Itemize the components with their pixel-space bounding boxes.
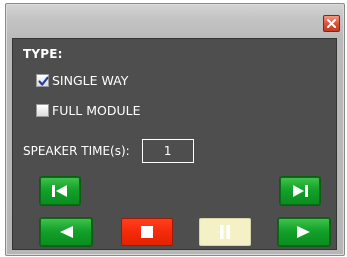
full-module-label: FULL MODULE: [52, 103, 141, 118]
pause-button[interactable]: [199, 218, 251, 246]
speaker-time-input[interactable]: [141, 139, 194, 163]
type-heading: TYPE:: [23, 47, 63, 61]
pause-icon: [220, 225, 230, 239]
settings-panel: TYPE: SINGLE WAY FULL MODULE SPEAKER TIM…: [12, 38, 337, 250]
play-button[interactable]: [278, 218, 330, 246]
close-icon: [327, 19, 336, 28]
checkmark-icon: [38, 76, 49, 86]
skip-next-button[interactable]: [280, 177, 320, 205]
play-reverse-icon: [60, 226, 73, 238]
dialog-window: TYPE: SINGLE WAY FULL MODULE SPEAKER TIM…: [5, 3, 345, 256]
full-module-option[interactable]: FULL MODULE: [36, 103, 141, 118]
skip-previous-icon: [52, 185, 67, 197]
speaker-time-label: SPEAKER TIME(s):: [23, 144, 130, 158]
speaker-time-row: SPEAKER TIME(s):: [23, 139, 194, 163]
full-module-checkbox[interactable]: [36, 104, 49, 117]
single-way-label: SINGLE WAY: [52, 73, 129, 88]
stop-icon: [141, 226, 153, 238]
skip-previous-button[interactable]: [40, 177, 80, 205]
play-icon: [297, 226, 310, 238]
title-bar[interactable]: [6, 4, 344, 38]
close-button[interactable]: [323, 15, 340, 32]
stop-button[interactable]: [121, 218, 173, 246]
single-way-checkbox[interactable]: [36, 74, 49, 87]
play-reverse-button[interactable]: [40, 218, 92, 246]
skip-next-icon: [293, 185, 308, 197]
single-way-option[interactable]: SINGLE WAY: [36, 73, 128, 88]
